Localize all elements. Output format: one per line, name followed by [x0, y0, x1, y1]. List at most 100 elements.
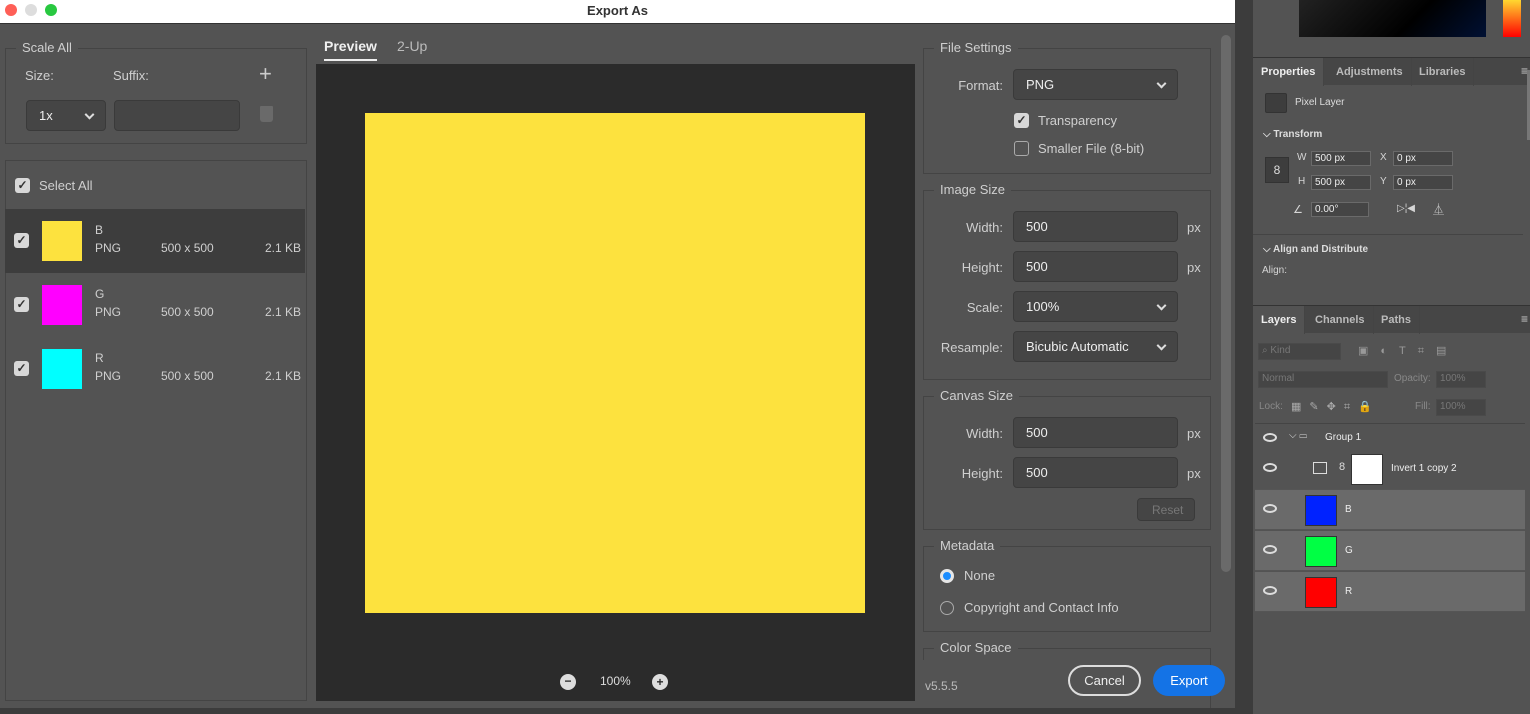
export-button[interactable]: Export	[1153, 665, 1225, 696]
eye-icon[interactable]	[1263, 463, 1277, 472]
width-label: Width:	[966, 220, 1003, 235]
tab-channels[interactable]: Channels	[1307, 306, 1374, 334]
tab-paths[interactable]: Paths	[1373, 306, 1420, 334]
image-height-input[interactable]: 500	[1013, 251, 1178, 282]
eye-icon[interactable]	[1263, 586, 1277, 595]
asset-row[interactable]: ✓ B PNG 500 x 500 2.1 KB	[5, 209, 305, 273]
tab-adjustments[interactable]: Adjustments	[1328, 58, 1412, 86]
minimize-window-button[interactable]	[25, 4, 37, 16]
lock-icons[interactable]: ▦✎✥⌗🔒	[1291, 400, 1380, 414]
link-icon[interactable]: 8	[1339, 461, 1345, 473]
unit-label: px	[1187, 260, 1201, 275]
layer-filter-icons[interactable]: ▣◐T⌗▤	[1358, 344, 1458, 358]
height-field[interactable]: 500 px	[1311, 175, 1371, 190]
zoom-level: 100%	[600, 674, 631, 688]
asset-checkbox[interactable]: ✓	[14, 233, 29, 248]
unit-label: px	[1187, 426, 1201, 441]
eye-icon[interactable]	[1263, 545, 1277, 554]
angle-field[interactable]: 0.00°	[1311, 202, 1369, 217]
format-label: Format:	[958, 78, 1003, 93]
panel-menu-icon[interactable]: ≡	[1521, 312, 1528, 326]
angle-icon: ∠	[1293, 204, 1303, 216]
tab-2-up[interactable]: 2-Up	[397, 38, 427, 54]
tab-properties[interactable]: Properties	[1253, 58, 1325, 86]
metadata-none-radio[interactable]	[940, 569, 954, 583]
opacity-label: Opacity:	[1394, 373, 1431, 384]
y-field[interactable]: 0 px	[1393, 175, 1453, 190]
layer-row[interactable]: B	[1255, 490, 1525, 530]
smaller-file-checkbox[interactable]	[1014, 141, 1029, 156]
trash-icon[interactable]	[260, 106, 273, 122]
layer-row[interactable]: G	[1255, 531, 1525, 571]
cancel-button[interactable]: Cancel	[1068, 665, 1141, 696]
metadata-none-label: None	[964, 568, 996, 583]
asset-checkbox[interactable]: ✓	[14, 297, 29, 312]
eye-icon[interactable]	[1263, 504, 1277, 513]
opacity-field[interactable]: 100%	[1436, 371, 1486, 388]
align-distribute-title: Align and Distribute	[1273, 244, 1368, 255]
blend-mode-dropdown[interactable]: Normal	[1258, 371, 1388, 388]
layer-name: B	[1345, 504, 1352, 515]
canvas-height-input[interactable]: 500	[1013, 457, 1178, 488]
layer-name: Group 1	[1325, 432, 1362, 443]
tab-preview[interactable]: Preview	[324, 38, 377, 61]
chevron-down-icon	[1156, 300, 1167, 311]
align-label: Align:	[1262, 265, 1288, 276]
align-distribute-header[interactable]: ⌵ Align and Distribute	[1263, 244, 1368, 255]
asset-row[interactable]: ✓ R PNG 500 x 500 2.1 KB	[5, 337, 305, 401]
asset-dimensions: 500 x 500	[161, 305, 214, 319]
scale-dropdown[interactable]: 100%	[1013, 291, 1178, 322]
canvas-size-legend: Canvas Size	[934, 388, 1019, 403]
hue-slider[interactable]	[1503, 0, 1521, 37]
resample-dropdown[interactable]: Bicubic Automatic	[1013, 331, 1178, 362]
settings-scrollbar[interactable]	[1221, 35, 1231, 572]
image-width-input[interactable]: 500	[1013, 211, 1178, 242]
asset-name: R	[95, 351, 104, 365]
link-icon[interactable]: 8	[1265, 157, 1289, 183]
transparency-label: Transparency	[1038, 113, 1117, 128]
close-window-button[interactable]	[5, 4, 17, 16]
layer-row[interactable]: 8 Invert 1 copy 2	[1255, 449, 1525, 490]
fill-field[interactable]: 100%	[1436, 399, 1486, 416]
flip-horizontal-icon[interactable]: ▷¦◀	[1397, 203, 1415, 214]
folder-icon[interactable]: ⌵ ▭	[1289, 430, 1307, 441]
scale-label: Scale:	[966, 300, 1003, 315]
color-picker-field[interactable]	[1299, 0, 1486, 37]
flip-vertical-icon[interactable]: ⏅	[1433, 201, 1444, 217]
preview-canvas[interactable]: − 100% +	[316, 64, 915, 701]
asset-filesize: 2.1 KB	[265, 241, 302, 255]
x-field[interactable]: 0 px	[1393, 151, 1453, 166]
width-field[interactable]: 500 px	[1311, 151, 1371, 166]
w-label: W	[1297, 152, 1307, 163]
metadata-copyright-radio[interactable]	[940, 601, 954, 615]
select-all-checkbox[interactable]: ✓	[15, 178, 30, 193]
layer-thumbnail	[1305, 536, 1337, 567]
scale-all-group: Scale All Size: Suffix: + 1x	[5, 40, 307, 144]
transform-header[interactable]: ⌵ Transform	[1263, 129, 1322, 140]
zoom-window-button[interactable]	[45, 4, 57, 16]
layer-mask-thumbnail	[1351, 454, 1383, 485]
asset-row[interactable]: ✓ G PNG 500 x 500 2.1 KB	[5, 273, 305, 337]
asset-format: PNG	[95, 241, 122, 255]
add-scale-icon[interactable]: +	[259, 61, 272, 87]
transparency-checkbox[interactable]: ✓	[1014, 113, 1029, 128]
size-dropdown[interactable]: 1x	[26, 100, 106, 131]
properties-tabbar: Properties Adjustments Libraries ≡	[1253, 57, 1530, 86]
layer-name: R	[1345, 586, 1353, 597]
file-settings-legend: File Settings	[934, 40, 1018, 55]
tab-layers[interactable]: Layers	[1253, 306, 1306, 334]
zoom-in-icon[interactable]: +	[652, 674, 668, 690]
reset-button[interactable]: Reset	[1137, 498, 1195, 521]
kind-filter[interactable]: ⌕ Kind	[1258, 343, 1341, 360]
size-label: Size:	[25, 68, 54, 83]
zoom-out-icon[interactable]: −	[560, 674, 576, 690]
canvas-width-input[interactable]: 500	[1013, 417, 1178, 448]
asset-checkbox[interactable]: ✓	[14, 361, 29, 376]
layer-row[interactable]: R	[1255, 572, 1525, 612]
tab-libraries[interactable]: Libraries	[1411, 58, 1475, 86]
eye-icon[interactable]	[1263, 433, 1277, 442]
format-dropdown[interactable]: PNG	[1013, 69, 1178, 100]
chevron-down-icon	[1156, 78, 1167, 89]
suffix-input[interactable]	[114, 100, 240, 131]
export-as-dialog: Export As Scale All Size: Suffix: + 1x ✓…	[0, 0, 1235, 708]
